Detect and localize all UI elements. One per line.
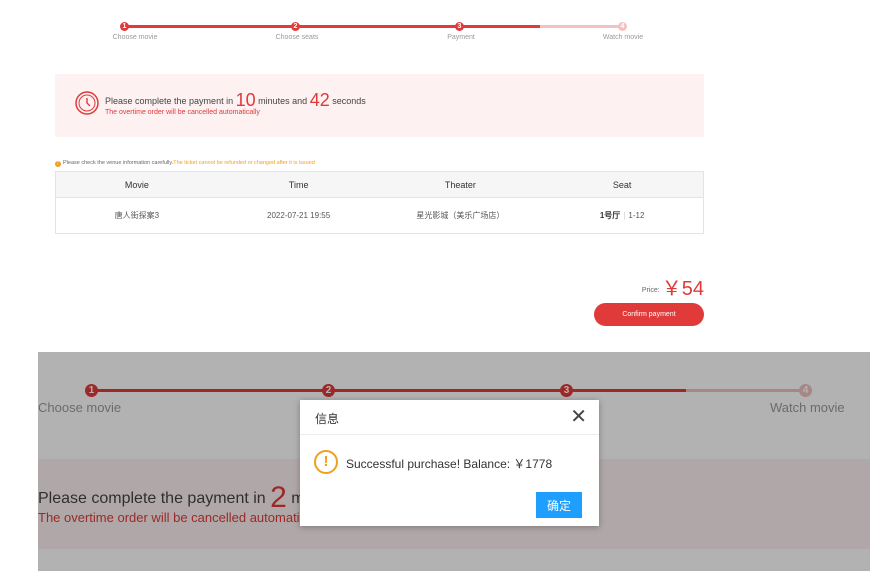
timer-minutes: 10 <box>235 90 256 110</box>
notice-highlight: The ticket cannot be refunded or changed… <box>173 160 315 166</box>
step-1-label: Choose movie <box>112 34 158 41</box>
price-total: Price: ￥54 <box>642 272 704 301</box>
timer-prefix: Please complete the payment in <box>105 96 234 106</box>
clock-icon <box>75 91 99 115</box>
cell-time: 2022-07-21 19:55 <box>267 211 331 220</box>
progress-line-done <box>124 25 540 28</box>
step-2-label: Choose seats <box>275 34 319 41</box>
header-time: Time <box>288 179 309 190</box>
header-movie: Movie <box>124 179 149 190</box>
timer-text: Please complete the payment in 10 minute… <box>105 90 366 111</box>
timer-seconds: 42 <box>309 90 330 110</box>
price-label: Price: <box>641 287 660 294</box>
seat-number: 1-12 <box>628 211 645 220</box>
header-seat: Seat <box>612 179 632 190</box>
header-theater: Theater <box>444 179 476 190</box>
timer-suffix: seconds <box>332 96 366 106</box>
timer-mid: minutes and <box>258 96 308 106</box>
progress-line-pending <box>540 25 622 28</box>
notice-main: Please check the venue information caref… <box>63 160 174 166</box>
timer-warning: The overtime order will be cancelled aut… <box>105 109 260 116</box>
warning-icon: ! <box>314 450 338 474</box>
confirm-payment-button[interactable]: Confirm payment <box>594 303 704 326</box>
order-table: Movie Time Theater Seat 唐人街探案3 2022-07-2… <box>55 171 704 234</box>
seat-hall: 1号厅 <box>599 211 621 220</box>
success-dialog: 信息 ✕ ! Successful purchase! Balance: ￥17… <box>300 400 599 526</box>
close-icon[interactable]: ✕ <box>570 405 587 429</box>
table-header: Movie Time Theater Seat <box>56 172 703 198</box>
progress-steps: 1 2 3 4 Choose movie Choose seats Paymen… <box>0 0 881 60</box>
dialog-header: 信息 ✕ <box>300 400 599 435</box>
payment-timer-panel: Please complete the payment in 10 minute… <box>55 74 704 137</box>
warning-icon: ! <box>55 161 61 167</box>
price-amount: ￥54 <box>661 278 704 300</box>
ok-button[interactable]: 确定 <box>536 492 582 518</box>
table-row: 唐人街探案3 2022-07-21 19:55 星光影城（美乐广场店） 1号厅 |… <box>56 198 703 233</box>
step-3-label: Payment <box>447 34 475 41</box>
step-1-dot: 1 <box>120 22 129 31</box>
step-2-dot: 2 <box>291 22 300 31</box>
step-4-dot: 4 <box>618 22 627 31</box>
purchase-success-view: 1 2 3 4 Choose movie Watch movie Please … <box>38 352 870 571</box>
dialog-title: 信息 <box>315 412 340 426</box>
seat-divider: | <box>623 211 626 220</box>
cell-seat: 1号厅 | 1-12 <box>541 198 703 233</box>
cell-theater: 星光影城（美乐广场店） <box>416 211 505 220</box>
step-4-label: Watch movie <box>602 34 644 41</box>
venue-notice: ! Please check the venue information care… <box>55 160 315 167</box>
dialog-message: Successful purchase! Balance: ￥1778 <box>346 457 553 471</box>
step-3-dot: 3 <box>455 22 464 31</box>
cell-movie: 唐人街探案3 <box>114 211 160 220</box>
